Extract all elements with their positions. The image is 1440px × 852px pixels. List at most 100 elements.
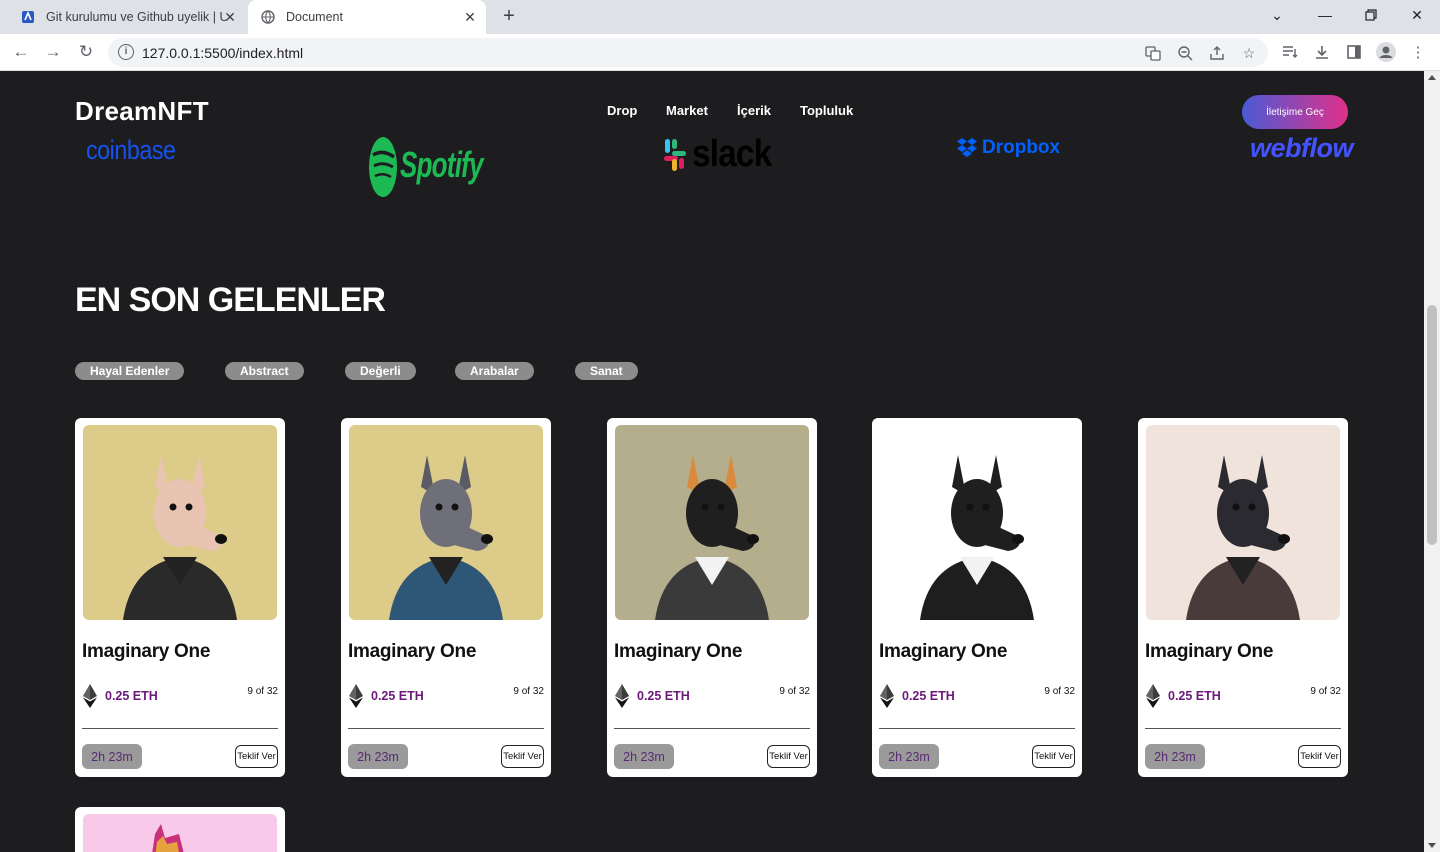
countdown-badge: 2h 23m bbox=[1145, 744, 1205, 769]
nft-image bbox=[1146, 425, 1340, 620]
card-divider bbox=[879, 728, 1075, 729]
category-chip-sanat[interactable]: Sanat bbox=[575, 362, 638, 380]
countdown-badge: 2h 23m bbox=[879, 744, 939, 769]
nft-image bbox=[349, 425, 543, 620]
card-divider bbox=[614, 728, 810, 729]
tab-title: Git kurulumu ve Github uyelik | U bbox=[46, 10, 226, 24]
nft-edition: 9 of 32 bbox=[247, 686, 278, 697]
nft-title: Imaginary One bbox=[614, 641, 743, 662]
profile-avatar-icon[interactable] bbox=[1376, 42, 1396, 62]
nft-price: 0.25 ETH bbox=[902, 689, 955, 703]
restore-icon[interactable] bbox=[1348, 0, 1394, 30]
category-chip-hayal-edenler[interactable]: Hayal Edenler bbox=[75, 362, 185, 380]
nft-edition: 9 of 32 bbox=[1310, 686, 1341, 697]
ethereum-icon bbox=[615, 684, 629, 708]
minimize-icon[interactable]: — bbox=[1302, 0, 1348, 30]
translate-icon[interactable] bbox=[1144, 44, 1162, 62]
card-divider bbox=[348, 728, 544, 729]
section-title: EN SON GELENLER bbox=[75, 281, 386, 319]
tab-title: Document bbox=[286, 10, 343, 24]
url-text: 127.0.0.1:5500/index.html bbox=[142, 45, 304, 61]
nft-image bbox=[83, 814, 277, 852]
make-offer-button[interactable]: Teklif Ver bbox=[501, 745, 544, 768]
spotify-icon bbox=[369, 137, 397, 197]
category-chip-degerli[interactable]: Değerli bbox=[345, 362, 416, 380]
brand-name: slack bbox=[692, 133, 772, 175]
browser-tab-inactive[interactable]: Git kurulumu ve Github uyelik | U ✕ bbox=[10, 0, 246, 34]
contact-button[interactable]: İletişime Geç bbox=[1242, 95, 1348, 129]
brand-name: Dropbox bbox=[982, 137, 1061, 158]
nft-title: Imaginary One bbox=[1145, 641, 1274, 662]
nav-link-icerik[interactable]: İçerik bbox=[737, 103, 771, 118]
nft-card[interactable]: Imaginary One 0.25 ETH 9 of 32 2h 23m Te… bbox=[1138, 418, 1348, 777]
page-viewport: DreamNFT Drop Market İçerik Topluluk İle… bbox=[0, 71, 1424, 852]
ethereum-icon bbox=[349, 684, 363, 708]
countdown-badge: 2h 23m bbox=[614, 744, 674, 769]
make-offer-button[interactable]: Teklif Ver bbox=[1032, 745, 1075, 768]
nft-edition: 9 of 32 bbox=[1044, 686, 1075, 697]
side-panel-icon[interactable] bbox=[1344, 42, 1364, 62]
nft-card[interactable]: Imaginary One 0.25 ETH 9 of 32 2h 23m Te… bbox=[607, 418, 817, 777]
nft-card[interactable] bbox=[75, 807, 285, 852]
category-chip-arabalar[interactable]: Arabalar bbox=[455, 362, 534, 380]
nft-price: 0.25 ETH bbox=[1168, 689, 1221, 703]
brand-logo-dropbox: Dropbox bbox=[956, 137, 1060, 159]
make-offer-button[interactable]: Teklif Ver bbox=[235, 745, 278, 768]
site-logo[interactable]: DreamNFT bbox=[75, 96, 209, 127]
card-divider bbox=[82, 728, 278, 729]
reading-list-icon[interactable] bbox=[1280, 42, 1300, 62]
site-info-icon[interactable]: i bbox=[118, 44, 134, 60]
close-tab-icon[interactable]: ✕ bbox=[462, 9, 478, 25]
scrollbar-thumb[interactable] bbox=[1427, 305, 1437, 545]
dropbox-icon bbox=[957, 138, 977, 157]
brand-logo-coinbase: coinbase bbox=[86, 135, 176, 165]
ethereum-icon bbox=[83, 684, 97, 708]
nav-link-market[interactable]: Market bbox=[666, 103, 708, 118]
ethereum-icon bbox=[1146, 684, 1160, 708]
nft-title: Imaginary One bbox=[879, 641, 1008, 662]
site-favicon-icon bbox=[20, 9, 36, 25]
browser-tab-active[interactable]: Document ✕ bbox=[248, 0, 486, 34]
nft-title: Imaginary One bbox=[82, 641, 211, 662]
nft-card[interactable]: Imaginary One 0.25 ETH 9 of 32 2h 23m Te… bbox=[341, 418, 551, 777]
page-scrollbar[interactable] bbox=[1424, 71, 1440, 852]
forward-icon[interactable]: → bbox=[42, 41, 64, 63]
make-offer-button[interactable]: Teklif Ver bbox=[1298, 745, 1341, 768]
nav-link-topluluk[interactable]: Topluluk bbox=[800, 103, 853, 118]
brand-logo-slack: slack bbox=[662, 133, 782, 176]
slack-icon bbox=[664, 138, 686, 171]
tab-search-icon[interactable]: ⌄ bbox=[1254, 0, 1300, 30]
download-icon[interactable] bbox=[1312, 42, 1332, 62]
share-icon[interactable] bbox=[1208, 44, 1226, 62]
browser-tab-bar: Git kurulumu ve Github uyelik | U ✕ Docu… bbox=[0, 0, 1440, 34]
bookmark-star-icon[interactable]: ☆ bbox=[1240, 44, 1258, 62]
ethereum-icon bbox=[880, 684, 894, 708]
nft-edition: 9 of 32 bbox=[513, 686, 544, 697]
card-divider bbox=[1145, 728, 1341, 729]
reload-icon[interactable]: ↻ bbox=[75, 41, 97, 63]
brand-logo-spotify: Spotify bbox=[368, 133, 515, 197]
nft-price: 0.25 ETH bbox=[105, 689, 158, 703]
zoom-out-icon[interactable] bbox=[1176, 44, 1194, 62]
nft-title: Imaginary One bbox=[348, 641, 477, 662]
nft-image bbox=[615, 425, 809, 620]
back-icon[interactable]: ← bbox=[10, 41, 32, 63]
new-tab-icon[interactable]: + bbox=[498, 6, 520, 28]
brand-logo-webflow: webflow bbox=[1250, 133, 1354, 163]
close-window-icon[interactable]: ✕ bbox=[1394, 0, 1440, 30]
nav-link-drop[interactable]: Drop bbox=[607, 103, 637, 118]
nft-price: 0.25 ETH bbox=[637, 689, 690, 703]
address-bar[interactable]: i 127.0.0.1:5500/index.html ☆ bbox=[108, 38, 1268, 67]
nft-card[interactable]: Imaginary One 0.25 ETH 9 of 32 2h 23m Te… bbox=[75, 418, 285, 777]
nft-image bbox=[880, 425, 1074, 620]
category-chip-abstract[interactable]: Abstract bbox=[225, 362, 304, 380]
close-tab-icon[interactable]: ✕ bbox=[222, 9, 238, 25]
address-toolbar: ← → ↻ i 127.0.0.1:5500/index.html ☆ ⋮ bbox=[0, 34, 1440, 71]
scroll-down-icon[interactable] bbox=[1428, 843, 1436, 848]
more-menu-icon[interactable]: ⋮ bbox=[1408, 42, 1428, 62]
scroll-up-icon[interactable] bbox=[1428, 75, 1436, 80]
nft-edition: 9 of 32 bbox=[779, 686, 810, 697]
countdown-badge: 2h 23m bbox=[82, 744, 142, 769]
make-offer-button[interactable]: Teklif Ver bbox=[767, 745, 810, 768]
nft-card[interactable]: Imaginary One 0.25 ETH 9 of 32 2h 23m Te… bbox=[872, 418, 1082, 777]
